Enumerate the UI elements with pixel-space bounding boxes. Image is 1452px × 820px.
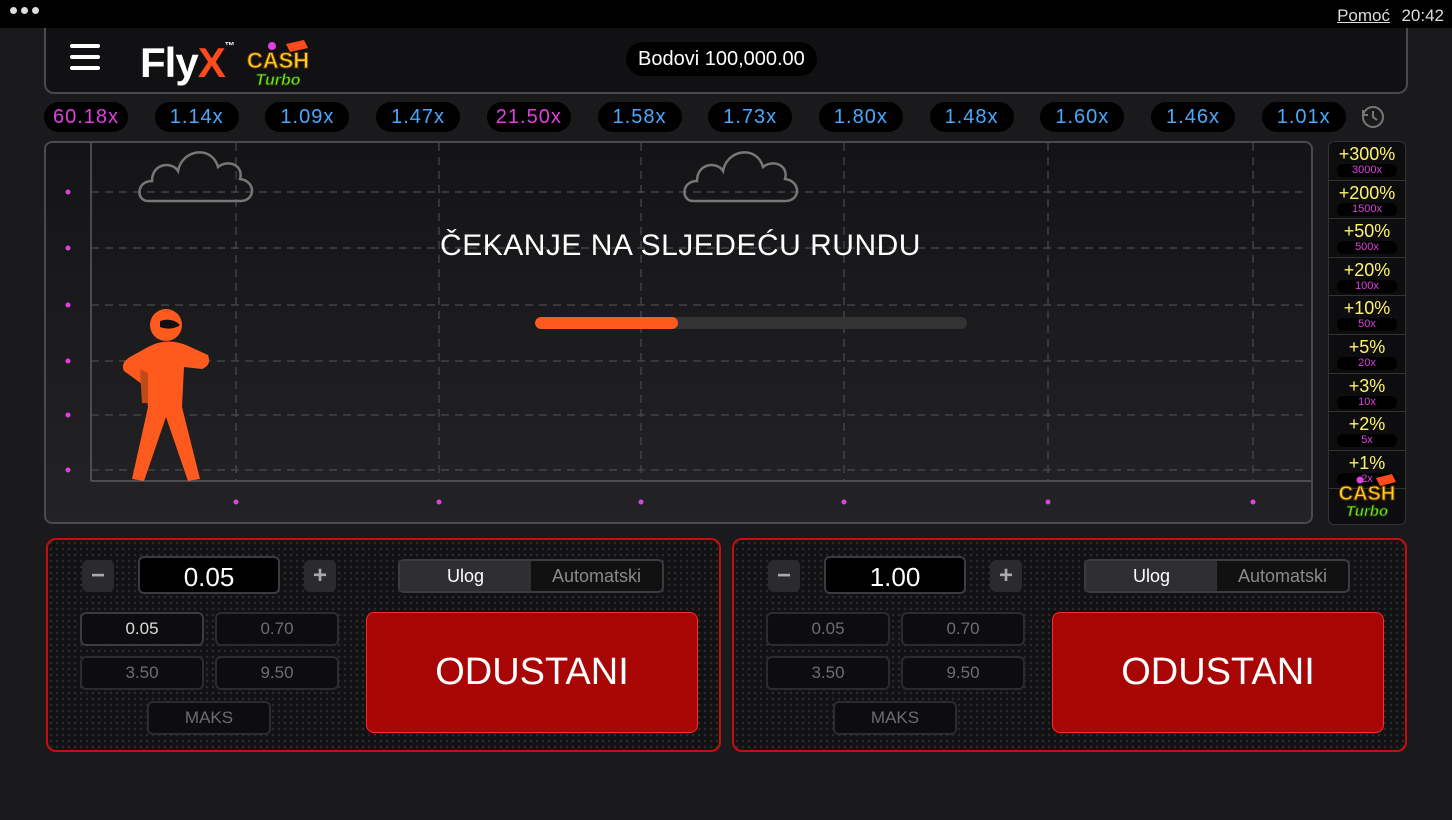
jackpot-tier: +20% 100x [1329, 258, 1405, 297]
game-area: ČEKANJE NA SLJEDEĆU RUNDU [44, 141, 1313, 524]
jackpot-tier: +10% 50x [1329, 296, 1405, 335]
cash-text: CASH [1339, 483, 1396, 505]
bet-amount-field[interactable]: 1.00 [824, 556, 966, 594]
tier-percent: +2% [1348, 414, 1386, 435]
history-multiplier[interactable]: 60.18x [44, 102, 128, 132]
max-bet-button[interactable]: MAKS [833, 701, 957, 735]
bet-panel: −0.05 + Ulog Automatski 0.05 0.70 3.50 9.50 MAKS… [46, 538, 721, 752]
cloud-icon [683, 151, 799, 203]
clock-time: 20:42 [1401, 6, 1444, 25]
cash-text: CASH [247, 48, 309, 73]
round-progress-bar [535, 317, 967, 329]
jackpot-tier: +300% 3000x [1329, 142, 1405, 181]
tier-multiplier: 1500x [1337, 202, 1397, 216]
history-multiplier[interactable]: 1.01x [1261, 102, 1346, 132]
history-multiplier[interactable]: 1.60x [1040, 102, 1125, 132]
tab-auto[interactable]: Automatski [1217, 561, 1348, 591]
cancel-bet-button[interactable]: ODUSTANI [366, 612, 698, 733]
help-link[interactable]: Pomoć [1337, 6, 1390, 26]
quick-bet-button[interactable]: 3.50 [766, 656, 890, 690]
bet-amount-field[interactable]: 0.05 [138, 556, 280, 594]
max-bet-button[interactable]: MAKS [147, 701, 271, 735]
turbo-text: Turbo [1346, 503, 1388, 520]
jackpot-tier: +5% 20x [1329, 335, 1405, 374]
top-bar: Pomoć 20:42 [0, 0, 1452, 28]
jackpot-tier: +3% 10x [1329, 374, 1405, 413]
jackpot-tiers: +300% 3000x +200% 1500x +50% 500x +20% 100x +10%… [1328, 141, 1406, 525]
jackpot-tier: +200% 1500x [1329, 181, 1405, 220]
tier-multiplier: 50x [1337, 318, 1397, 332]
decrease-bet-button[interactable]: − [768, 560, 800, 592]
decrease-bet-button[interactable]: − [82, 560, 114, 592]
tab-bet[interactable]: Ulog [400, 561, 531, 591]
bet-mode-toggle: Ulog Automatski [1084, 559, 1350, 593]
increase-bet-button[interactable]: + [304, 560, 336, 592]
tier-percent: +200% [1338, 182, 1396, 203]
tier-percent: +10% [1343, 298, 1391, 319]
tier-percent: +50% [1343, 221, 1391, 242]
increase-bet-button[interactable]: + [990, 560, 1022, 592]
tier-percent: +1% [1348, 452, 1386, 473]
quick-bet-button[interactable]: 9.50 [215, 656, 339, 690]
tier-percent: +20% [1343, 259, 1391, 280]
round-status-text: ČEKANJE NA SLJEDEĆU RUNDU [440, 229, 921, 262]
cash-turbo-logo: CASH Turbo [1338, 474, 1396, 520]
history-multiplier[interactable]: 1.14x [154, 102, 239, 132]
flyx-logo: FlyX™ [140, 39, 235, 86]
tier-percent: +5% [1348, 336, 1386, 357]
tier-percent: +300% [1338, 144, 1396, 164]
round-progress-fill [535, 317, 678, 329]
game-header: FlyX™ CASH Turbo Bodovi 100,000.00 [44, 28, 1408, 94]
history-multiplier[interactable]: 1.58x [597, 102, 682, 132]
tab-auto[interactable]: Automatski [531, 561, 662, 591]
cash-turbo-logo: CASH Turbo [246, 40, 310, 89]
tier-multiplier: 500x [1337, 241, 1397, 255]
quick-bet-button[interactable]: 0.70 [901, 612, 1025, 646]
history-multiplier[interactable]: 1.47x [376, 102, 461, 132]
tier-percent: +3% [1348, 375, 1386, 396]
cancel-bet-button[interactable]: ODUSTANI [1052, 612, 1384, 733]
more-options-icon[interactable] [10, 7, 39, 14]
quick-bet-button[interactable]: 9.50 [901, 656, 1025, 690]
tier-multiplier: 3000x [1337, 164, 1397, 177]
menu-icon[interactable] [70, 44, 100, 74]
tab-bet[interactable]: Ulog [1086, 561, 1217, 591]
history-multiplier[interactable]: 21.50x [486, 102, 571, 132]
bet-panel: −1.00 + Ulog Automatski 0.05 0.70 3.50 9.50 MAKS… [732, 538, 1407, 752]
tier-multiplier: 20x [1337, 356, 1397, 370]
history-clock-icon[interactable] [1360, 104, 1386, 130]
cloud-icon [138, 151, 254, 203]
tier-multiplier: 10x [1337, 395, 1397, 409]
quick-bet-button[interactable]: 0.05 [80, 612, 204, 646]
multiplier-history: 60.18x 1.14x 1.09x 1.47x 21.50x 1.58x 1.73x 1.8… [44, 100, 1404, 134]
turbo-text: Turbo [255, 72, 300, 89]
history-multiplier[interactable]: 1.09x [265, 102, 350, 132]
balance-display: Bodovi 100,000.00 [626, 42, 817, 76]
quick-bet-button[interactable]: 0.70 [215, 612, 339, 646]
jackpot-tier: +50% 500x [1329, 219, 1405, 258]
history-multiplier[interactable]: 1.46x [1151, 102, 1235, 132]
history-multiplier[interactable]: 1.48x [929, 102, 1014, 132]
history-multiplier[interactable]: 1.80x [818, 102, 903, 132]
quick-bet-button[interactable]: 0.05 [766, 612, 890, 646]
tier-multiplier: 100x [1337, 279, 1397, 293]
tier-multiplier: 5x [1337, 434, 1397, 448]
quick-bet-button[interactable]: 3.50 [80, 656, 204, 690]
history-multiplier[interactable]: 1.73x [708, 102, 793, 132]
jackpot-tier: +2% 5x [1329, 412, 1405, 451]
bet-mode-toggle: Ulog Automatski [398, 559, 664, 593]
pilot-character [122, 309, 210, 481]
